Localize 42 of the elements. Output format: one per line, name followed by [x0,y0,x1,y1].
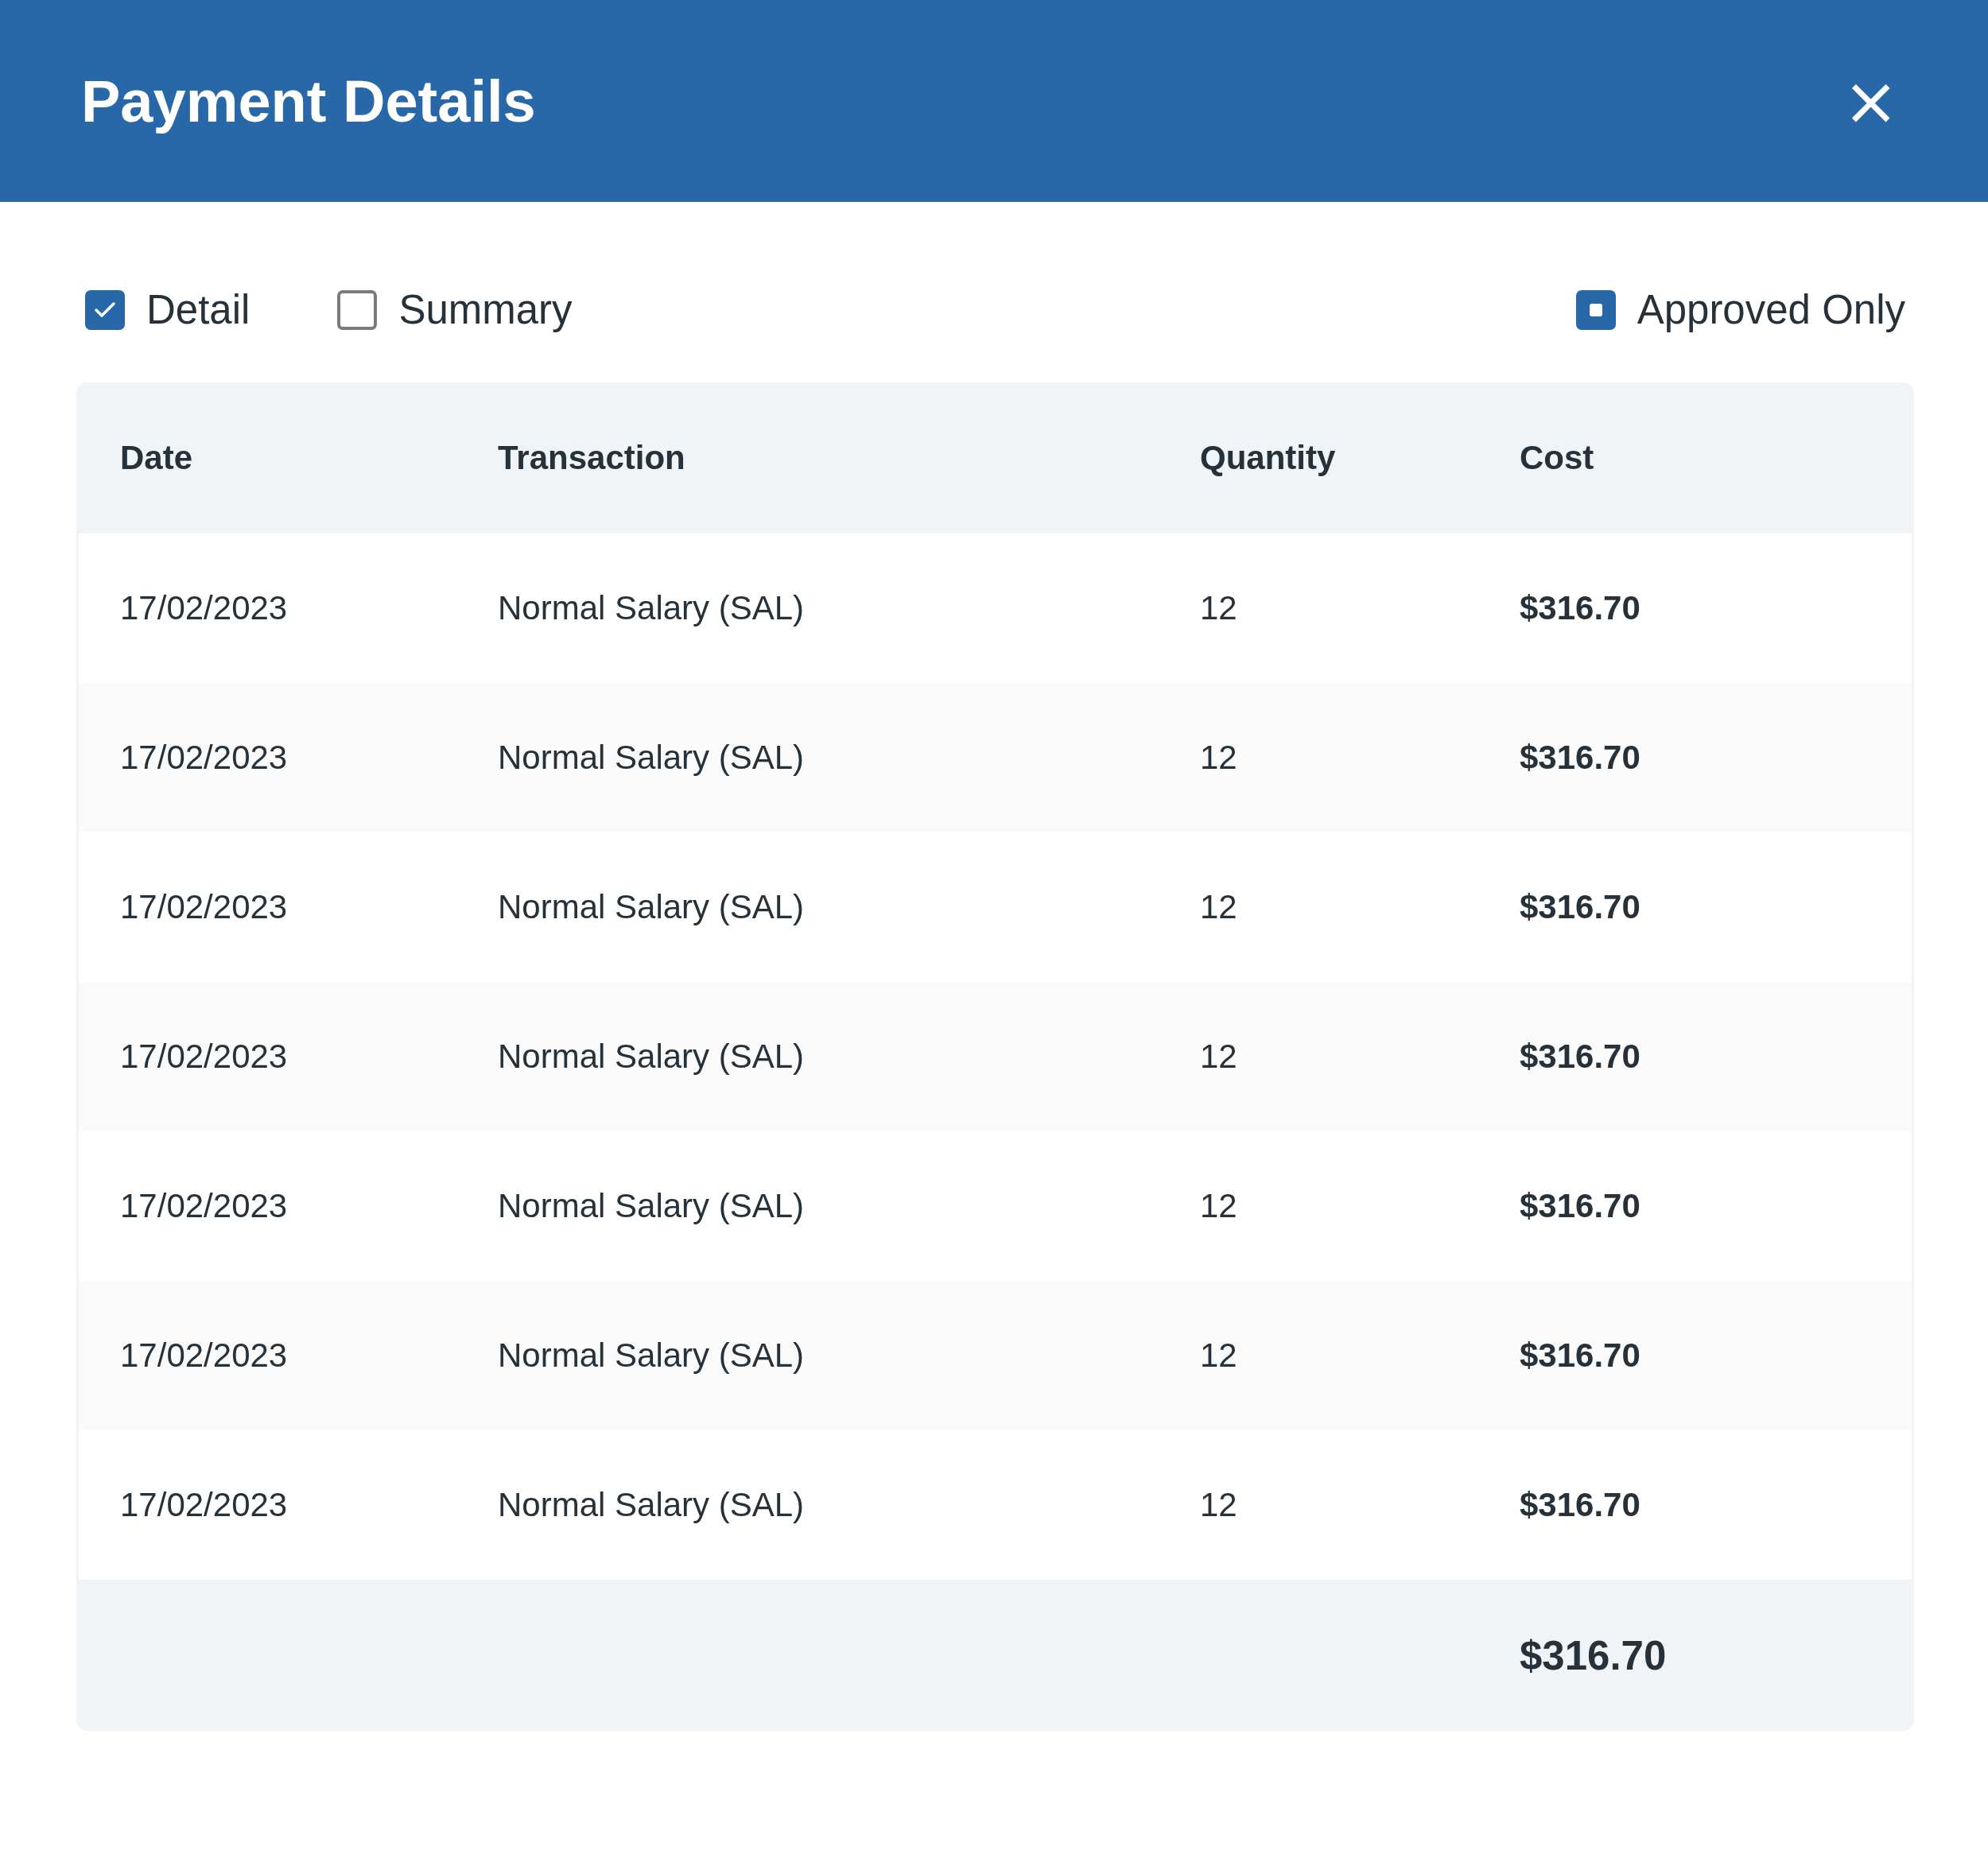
table-cell-text: 12 [1200,1336,1238,1375]
total-amount: $316.70 [1520,1631,1668,1679]
table-cell-text: 17/02/2023 [120,589,289,627]
table-cell-text: $316.70 [1520,739,1641,777]
table-cell-text: 17/02/2023 [120,1486,289,1524]
table-cell-text: $316.70 [1520,589,1641,627]
table-cell-text: $316.70 [1520,1336,1641,1375]
table-cell-text: 12 [1200,888,1238,926]
table-cell-text: 12 [1200,1038,1238,1076]
table-cell-text: Normal Salary (SAL) [498,1486,806,1524]
table-cell-text: 12 [1200,589,1238,627]
window-title: Payment Details [81,67,536,135]
table-cell-text: Normal Salary (SAL) [498,1187,806,1225]
table-cell-text: 17/02/2023 [120,888,289,926]
checkbox[interactable] [337,289,378,330]
checkbox-label: Summary [398,286,573,333]
table-cell-text: Normal Salary (SAL) [498,739,806,777]
checkbox-label: Approved Only [1637,286,1905,333]
column-header: Quantity [1200,439,1337,477]
table-cell-text: 12 [1200,1187,1238,1225]
table-cell-text: 12 [1200,739,1238,777]
column-header: Date [120,439,194,477]
table-cell-text: Normal Salary (SAL) [498,589,806,627]
checkbox[interactable] [1575,289,1616,330]
table-cell-text: 12 [1200,1486,1238,1524]
table-cell-text: $316.70 [1520,888,1641,926]
table-cell-text: 17/02/2023 [120,1187,289,1225]
table-cell-text: Normal Salary (SAL) [498,1336,806,1375]
column-header: Cost [1520,439,1595,477]
table-cell-text: Normal Salary (SAL) [498,1038,806,1076]
column-header: Transaction [498,439,686,477]
table-cell-text: Normal Salary (SAL) [498,888,806,926]
table-cell-text: 17/02/2023 [120,739,289,777]
close-button[interactable]: × [1835,68,1907,134]
checkbox-label: Detail [146,286,250,333]
table-cell-text: $316.70 [1520,1187,1641,1225]
table-cell-text: $316.70 [1520,1038,1641,1076]
checkmark-icon [93,300,117,320]
table-cell-text: 17/02/2023 [120,1038,289,1076]
table-cell-text: $316.70 [1520,1486,1641,1524]
checkbox[interactable] [85,289,125,330]
table-cell-text: 17/02/2023 [120,1336,289,1375]
